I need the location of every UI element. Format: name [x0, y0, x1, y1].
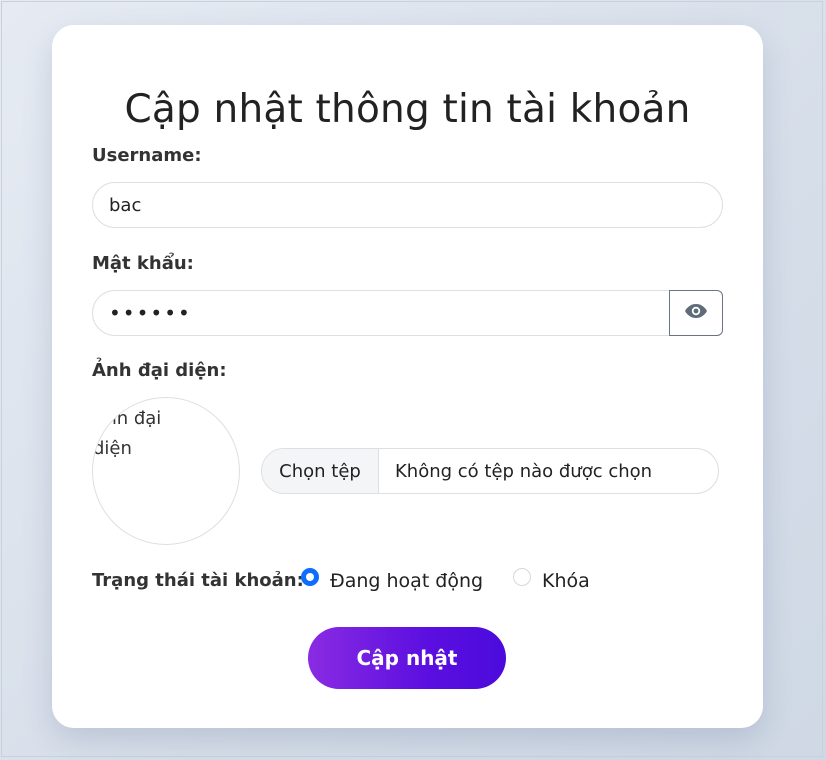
account-update-card: Cập nhật thông tin tài khoản Username: M…	[52, 25, 763, 728]
password-group: ••••••	[92, 290, 723, 336]
avatar-alt-text: Ảnh đại diện	[93, 408, 162, 459]
avatar-file-input[interactable]: Chọn tệp Không có tệp nào được chọn	[261, 448, 719, 494]
status-active-radio[interactable]	[301, 568, 319, 586]
avatar-preview: Ảnh đại diện	[92, 397, 240, 545]
page-title: Cập nhật thông tin tài khoản	[124, 87, 691, 132]
choose-file-button[interactable]: Chọn tệp	[262, 449, 379, 493]
password-label: Mật khẩu:	[92, 253, 194, 274]
update-button[interactable]: Cập nhật	[308, 627, 506, 689]
status-label: Trạng thái tài khoản:	[92, 570, 304, 591]
username-input[interactable]	[92, 182, 723, 228]
username-label: Username:	[92, 145, 202, 166]
password-input[interactable]: ••••••	[92, 290, 670, 336]
file-status-text: Không có tệp nào được chọn	[395, 460, 653, 482]
status-active-label[interactable]: Đang hoạt động	[330, 570, 483, 592]
status-locked-radio[interactable]	[513, 568, 531, 586]
eye-icon	[684, 303, 708, 323]
avatar-label: Ảnh đại diện:	[92, 360, 227, 381]
toggle-password-button[interactable]	[669, 290, 723, 336]
status-locked-label[interactable]: Khóa	[542, 570, 590, 592]
